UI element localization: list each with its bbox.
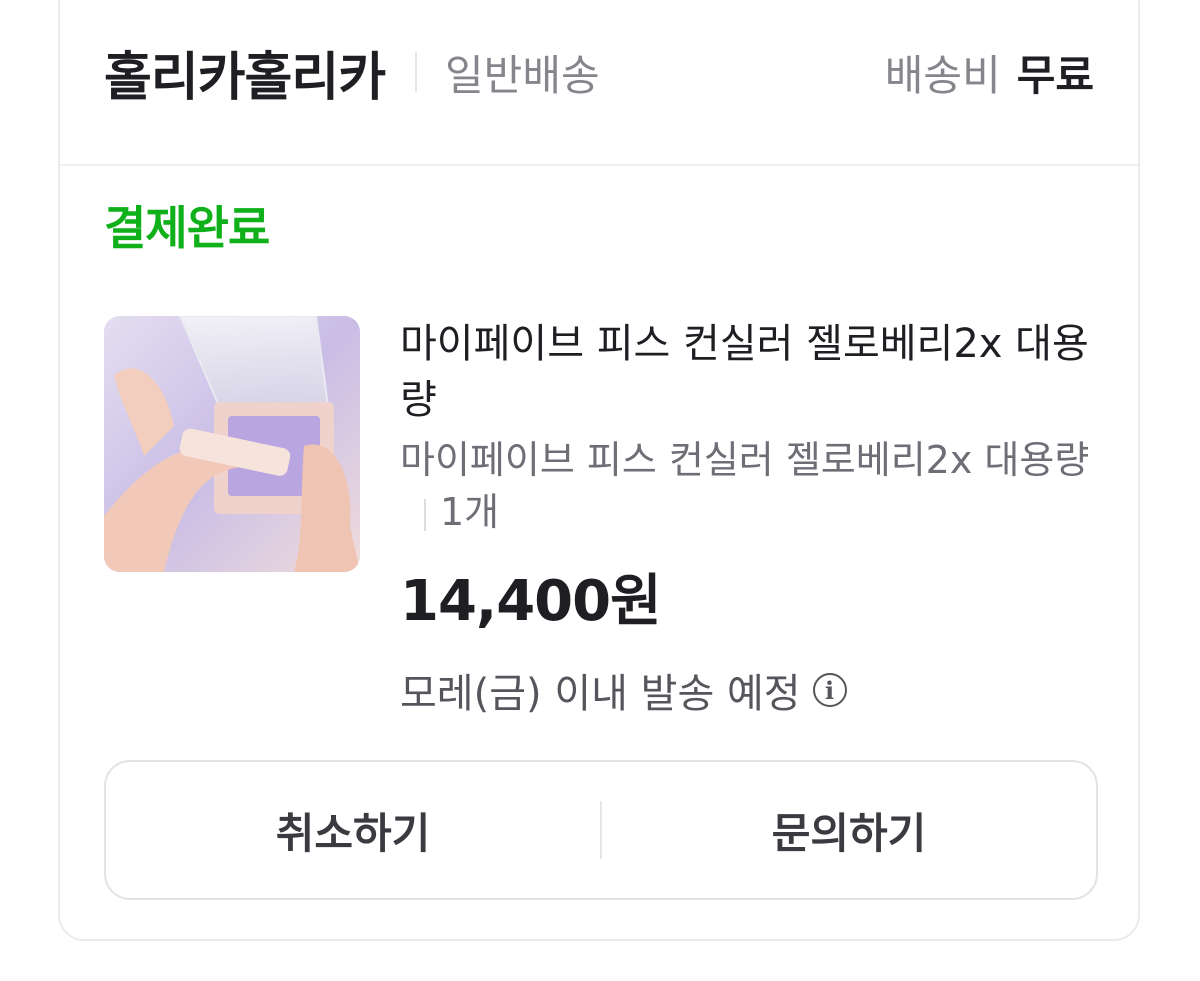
- order-card: 홀리카홀리카 일반배송 배송비 무료 결제완료 마이페이브 피스 컨실러 젤로베…: [58, 0, 1140, 941]
- shipping-fee: 배송비 무료: [885, 42, 1094, 103]
- seller-header: 홀리카홀리카 일반배송 배송비 무료: [104, 2, 1094, 142]
- price: 14,400원: [400, 569, 662, 634]
- delivery-type: 일반배송: [445, 50, 600, 100]
- info-icon[interactable]: i: [812, 673, 847, 707]
- product-image[interactable]: [104, 316, 360, 572]
- shipping-fee-label: 배송비: [884, 50, 1001, 100]
- product-name[interactable]: 마이페이브 피스 컨실러 젤로베리2x 대용량: [400, 316, 1100, 428]
- shipping-estimate-text: 모레(금) 이내 발송 예정: [400, 671, 801, 717]
- seller-name[interactable]: 홀리카홀리카: [104, 35, 386, 110]
- order-status: 결제완료: [104, 201, 270, 255]
- quantity-divider: [424, 498, 426, 531]
- product-photo-illustration: [104, 316, 360, 572]
- order-actions: 취소하기 문의하기: [104, 760, 1098, 900]
- product-option: 마이페이브 피스 컨실러 젤로베리2x 대용량 1개: [400, 434, 1100, 538]
- section-divider: [60, 164, 1138, 166]
- quantity: 1개: [440, 490, 500, 534]
- seller-divider: [415, 52, 418, 92]
- cancel-button[interactable]: 취소하기: [106, 762, 600, 898]
- product-info: 마이페이브 피스 컨실러 젤로베리2x 대용량 마이페이브 피스 컨실러 젤로베…: [400, 316, 1100, 719]
- shipping-estimate: 모레(금) 이내 발송 예정 i: [400, 661, 1100, 719]
- shipping-fee-value: 무료: [1016, 50, 1094, 100]
- inquiry-button[interactable]: 문의하기: [602, 762, 1096, 898]
- option-text: 마이페이브 피스 컨실러 젤로베리2x 대용량: [400, 438, 1090, 482]
